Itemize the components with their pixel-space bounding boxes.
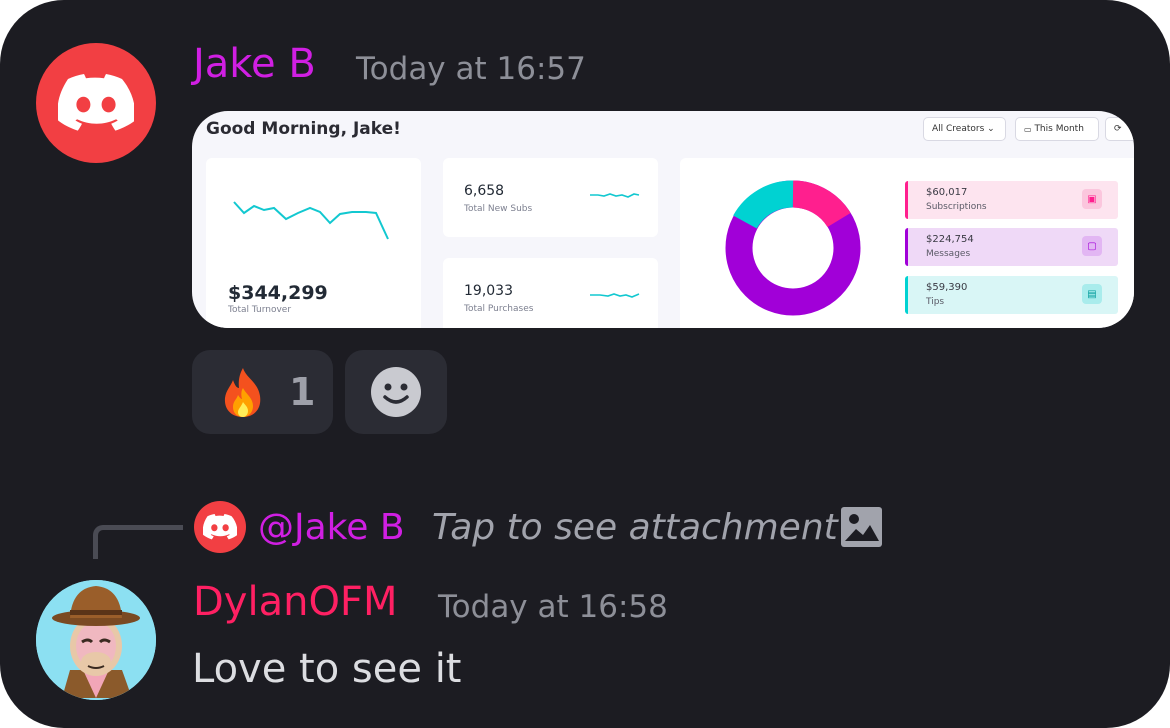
reply-connector: [93, 525, 183, 559]
subscriptions-label: Subscriptions: [926, 202, 987, 212]
messages-legend: $224,754 Messages ▢: [905, 228, 1118, 266]
messages-value: $224,754: [926, 234, 974, 245]
chat-window: Jake B Today at 16:57 Good Morning, Jake…: [0, 0, 1170, 728]
purchases-card: 19,033 Total Purchases: [443, 258, 658, 328]
reply-avatar[interactable]: [194, 501, 246, 553]
refresh-icon: ⟳: [1114, 124, 1122, 134]
subscriptions-legend: $60,017 Subscriptions ▣: [905, 181, 1118, 219]
tips-legend: $59,390 Tips ▤: [905, 276, 1118, 314]
chat-icon: ▢: [1082, 236, 1102, 256]
discord-logo-icon: [203, 514, 237, 540]
new-subs-label: Total New Subs: [464, 204, 533, 214]
chevron-down-icon: ⌄: [987, 124, 995, 134]
tips-value: $59,390: [926, 282, 968, 293]
fire-emoji-icon: [224, 368, 261, 417]
avatar[interactable]: [36, 580, 156, 700]
lock-icon: ▣: [1082, 189, 1102, 209]
add-reaction-button[interactable]: [345, 350, 447, 434]
dashboard-greeting: Good Morning, Jake!: [206, 119, 401, 139]
new-subs-value: 6,658: [464, 183, 505, 199]
author-name[interactable]: Jake B: [193, 40, 316, 88]
timestamp: Today at 16:58: [438, 589, 668, 625]
subscriptions-value: $60,017: [926, 187, 968, 198]
revenue-donut-chart: [725, 180, 861, 316]
author-name[interactable]: DylanOFM: [193, 578, 397, 626]
donut-segment-tips: [733, 180, 794, 230]
reply-author[interactable]: @Jake B: [258, 506, 405, 550]
discord-logo-icon: [58, 74, 134, 131]
new-subs-card: 6,658 Total New Subs: [443, 158, 658, 237]
turnover-sparkline: [233, 201, 389, 240]
messages-label: Messages: [926, 249, 971, 259]
reply-preview-text[interactable]: Tap to see attachment: [432, 506, 838, 550]
purchases-label: Total Purchases: [464, 304, 534, 314]
add-reaction-icon: [371, 367, 421, 417]
reaction-fire[interactable]: 1: [192, 350, 333, 434]
donut-segment-subscriptions: [792, 180, 851, 228]
period-filter: ▭ This Month: [1015, 117, 1099, 141]
new-subs-sparkline: [590, 193, 640, 198]
tips-label: Tips: [926, 297, 945, 307]
cash-icon: ▤: [1082, 284, 1102, 304]
purchases-value: 19,033: [464, 283, 513, 299]
reaction-count: 1: [289, 370, 316, 414]
turnover-label: Total Turnover: [228, 305, 292, 315]
attachment-image[interactable]: Good Morning, Jake! All Creators ⌄ ▭ Thi…: [192, 111, 1134, 328]
calendar-icon: ▭: [1024, 124, 1032, 134]
purchases-sparkline: [590, 293, 640, 298]
avatar[interactable]: [36, 43, 156, 163]
image-icon: [841, 507, 882, 547]
creators-filter-label: All Creators: [932, 124, 985, 134]
refresh-button: ⟳: [1105, 117, 1134, 141]
turnover-card: $344,299 Total Turnover: [206, 158, 421, 328]
bored-ape-avatar-image: [36, 580, 156, 700]
turnover-value: $344,299: [228, 282, 328, 304]
timestamp: Today at 16:57: [356, 51, 586, 87]
period-filter-label: This Month: [1034, 124, 1084, 134]
creators-filter: All Creators ⌄: [923, 117, 1006, 141]
message-content: Love to see it: [192, 646, 462, 692]
